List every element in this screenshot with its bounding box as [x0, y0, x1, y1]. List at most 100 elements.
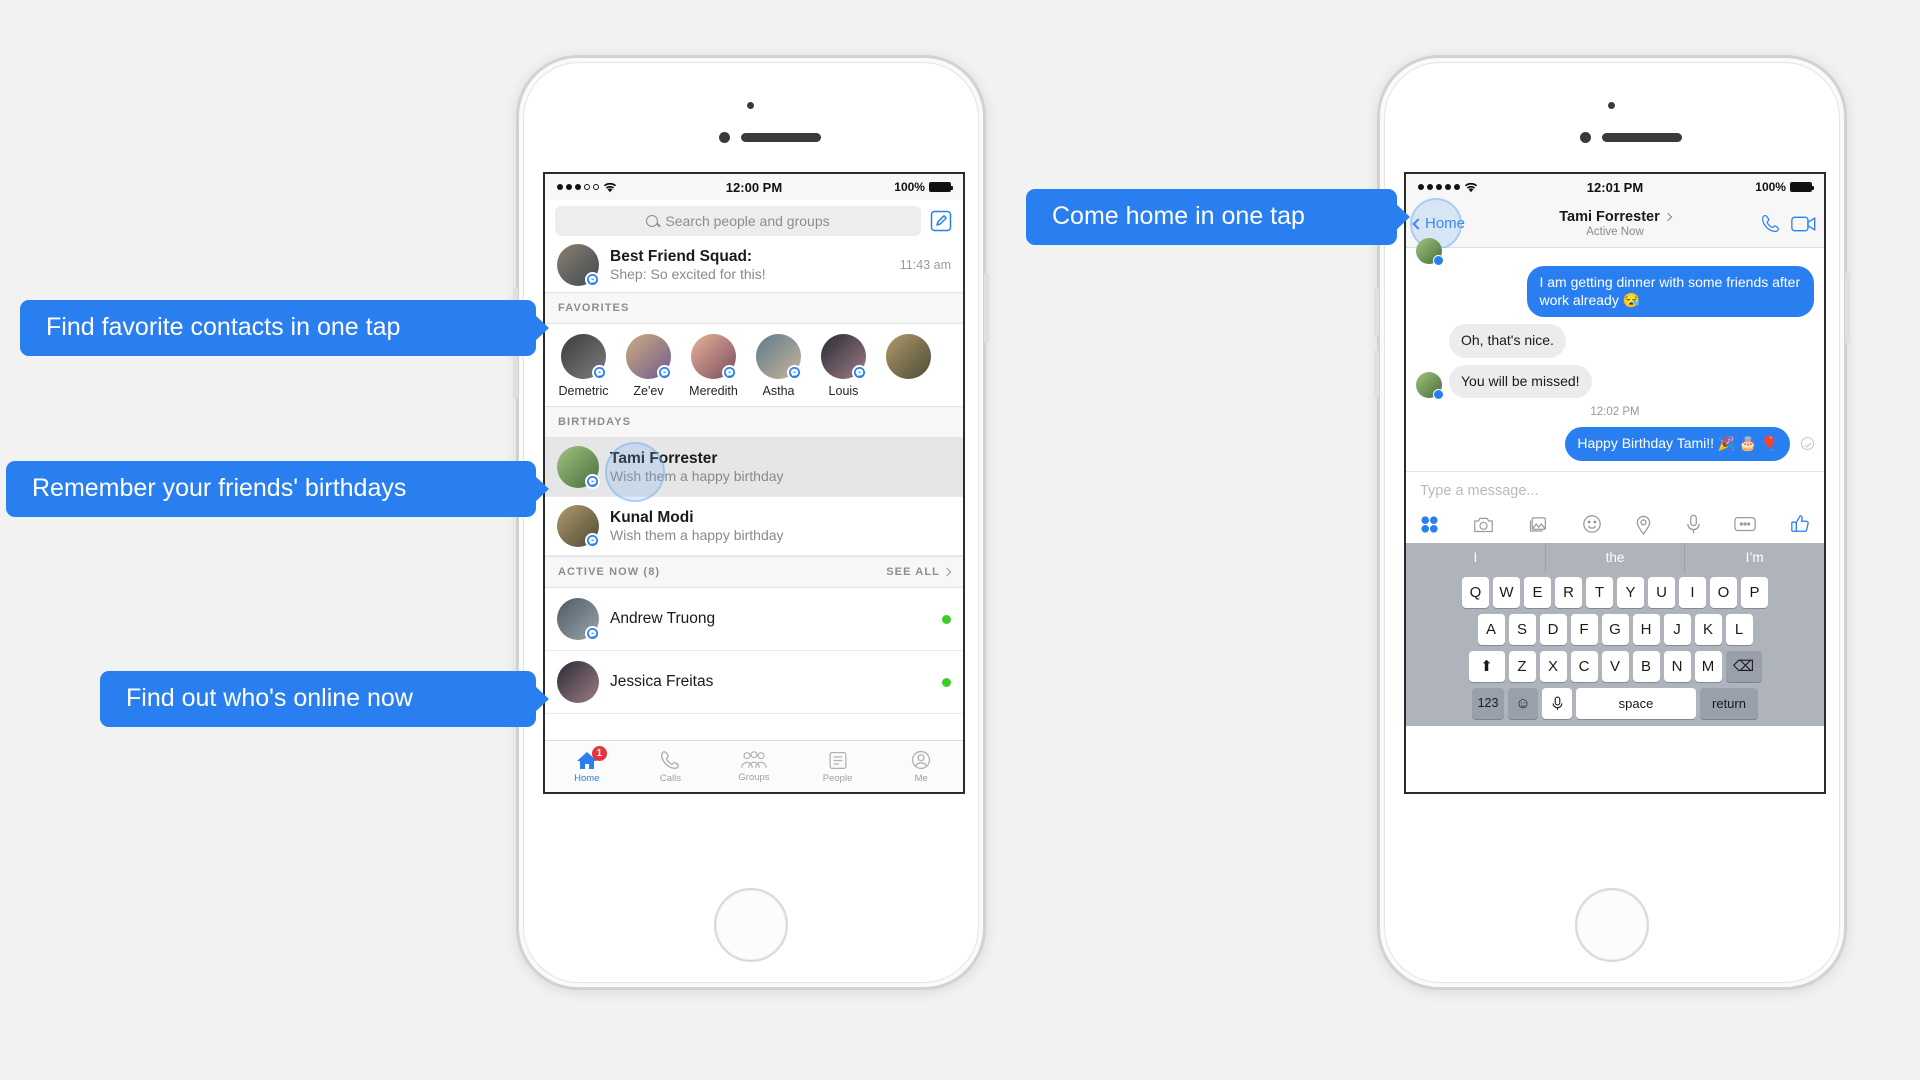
key-u[interactable]: U	[1648, 576, 1675, 608]
key-s[interactable]: S	[1508, 613, 1536, 645]
conversation-title-row: Tami Forrester	[1494, 209, 1736, 225]
conversation-title: Best Friend Squad:	[610, 248, 753, 265]
key-q[interactable]: Q	[1462, 576, 1489, 608]
search-input[interactable]: Search people and groups	[555, 206, 921, 236]
space-key[interactable]: space	[1576, 687, 1696, 719]
battery-indicator: 100%	[821, 180, 953, 194]
thumbs-up-icon[interactable]	[1790, 514, 1810, 534]
key-n[interactable]: N	[1663, 650, 1691, 682]
key-h[interactable]: H	[1632, 613, 1660, 645]
tab-label-people: People	[822, 772, 853, 784]
phone-icon[interactable]	[1760, 213, 1781, 234]
key-m[interactable]: M	[1694, 650, 1722, 682]
tab-me[interactable]: Me	[879, 741, 963, 792]
favorites-section-header: FAVORITES	[545, 292, 963, 324]
keyboard-row-1: Q W E R T Y U I O P	[1408, 576, 1822, 608]
conversation-title-area[interactable]: Tami Forrester Active Now	[1494, 209, 1736, 238]
key-b[interactable]: B	[1632, 650, 1660, 682]
camera-icon[interactable]	[1473, 515, 1494, 534]
location-pin-icon[interactable]	[1635, 514, 1652, 535]
callout-online: Find out who's online now	[100, 671, 536, 727]
key-d[interactable]: D	[1539, 613, 1567, 645]
photos-icon[interactable]	[1527, 514, 1548, 534]
tab-home[interactable]: 1 Home	[545, 741, 629, 792]
birthday-row-tami-forrester[interactable]: Tami Forrester Wish them a happy birthda…	[545, 438, 963, 502]
earpiece-speaker	[1602, 133, 1682, 142]
shift-key[interactable]: ⬆	[1468, 650, 1505, 682]
favorite-name: Meredith	[689, 384, 738, 398]
prediction-1[interactable]: I	[1406, 543, 1545, 573]
key-i[interactable]: I	[1679, 576, 1706, 608]
birthday-row-kunal-modi[interactable]: Kunal Modi Wish them a happy birthday	[545, 497, 963, 556]
key-v[interactable]: V	[1601, 650, 1629, 682]
key-f[interactable]: F	[1570, 613, 1598, 645]
favorite-item[interactable]: Astha	[746, 334, 811, 398]
message-row-partial	[1416, 238, 1814, 266]
message-bubble-incoming[interactable]: Oh, that's nice.	[1449, 324, 1566, 358]
back-to-home-button[interactable]: Home	[1412, 215, 1494, 232]
tab-groups[interactable]: Groups	[712, 741, 796, 792]
key-p[interactable]: P	[1741, 576, 1768, 608]
favorite-item[interactable]: Demetric	[551, 334, 616, 398]
see-all-button[interactable]: SEE ALL	[886, 566, 952, 578]
volume-down-button[interactable]	[513, 350, 518, 398]
key-l[interactable]: L	[1725, 613, 1753, 645]
return-key[interactable]: return	[1700, 687, 1758, 719]
favorite-item[interactable]: Louis	[811, 334, 876, 398]
microphone-icon[interactable]	[1686, 514, 1701, 535]
avatar	[557, 505, 600, 548]
active-row-jessica-freitas[interactable]: Jessica Freitas	[545, 651, 963, 714]
backspace-key[interactable]: ⌫	[1725, 650, 1762, 682]
key-t[interactable]: T	[1586, 576, 1613, 608]
apps-grid-icon[interactable]	[1420, 515, 1439, 534]
prediction-2[interactable]: the	[1544, 542, 1685, 573]
favorite-item-partial[interactable]	[876, 334, 941, 398]
prediction-3[interactable]: I’m	[1684, 542, 1824, 573]
callout-birthdays: Remember your friends' birthdays	[6, 461, 536, 517]
more-dots-icon[interactable]	[1734, 516, 1757, 533]
tab-label-calls: Calls	[659, 773, 681, 784]
home-button[interactable]	[1575, 888, 1649, 962]
message-bubble-outgoing[interactable]: Happy Birthday Tami!! 🎉 🎂 🎈	[1565, 427, 1790, 461]
key-j[interactable]: J	[1663, 613, 1691, 645]
slide-canvas: 12:00 PM 100% Search people and groups B…	[0, 0, 1920, 1080]
volume-up-button[interactable]	[1374, 288, 1379, 336]
volume-down-button[interactable]	[1374, 350, 1379, 398]
favorite-item[interactable]: Meredith	[681, 334, 746, 398]
message-bubble-outgoing[interactable]: I am getting dinner with some friends af…	[1527, 266, 1814, 317]
numbers-key[interactable]: 123	[1472, 687, 1504, 719]
key-r[interactable]: R	[1555, 576, 1582, 608]
key-y[interactable]: Y	[1617, 576, 1644, 608]
favorites-strip[interactable]: Demetric Ze'ev Meredith Astha Louis	[545, 324, 963, 406]
power-button[interactable]	[1845, 273, 1850, 343]
birthday-text: Kunal Modi Wish them a happy birthday	[610, 509, 784, 543]
key-a[interactable]: A	[1477, 613, 1505, 645]
key-o[interactable]: O	[1710, 576, 1737, 608]
key-e[interactable]: E	[1524, 576, 1551, 608]
favorite-item[interactable]: Ze'ev	[616, 334, 681, 398]
key-c[interactable]: C	[1570, 650, 1598, 682]
key-k[interactable]: K	[1694, 613, 1722, 645]
search-icon	[646, 215, 659, 227]
tab-calls[interactable]: Calls	[629, 741, 713, 792]
compose-icon[interactable]	[929, 209, 953, 233]
key-x[interactable]: X	[1539, 650, 1567, 682]
messenger-badge-icon	[592, 365, 607, 380]
keyboard-row-2: A S D F G H J K L	[1408, 613, 1822, 645]
video-camera-icon[interactable]	[1791, 215, 1816, 233]
online-status-dot	[942, 614, 951, 624]
tab-people[interactable]: People	[796, 741, 880, 792]
active-row-andrew-truong[interactable]: Andrew Truong	[545, 588, 963, 651]
key-z[interactable]: Z	[1508, 650, 1536, 682]
message-composer[interactable]: Type a message...	[1406, 470, 1824, 505]
home-button[interactable]	[714, 888, 788, 962]
conversation-row[interactable]: Best Friend Squad: Shep: So excited for …	[545, 238, 963, 292]
key-g[interactable]: G	[1601, 613, 1629, 645]
avatar	[1416, 238, 1444, 266]
emoji-icon[interactable]	[1582, 514, 1602, 534]
power-button[interactable]	[984, 273, 989, 343]
dictation-key[interactable]	[1542, 687, 1572, 719]
key-w[interactable]: W	[1493, 576, 1520, 608]
emoji-key[interactable]: ☺	[1508, 687, 1538, 719]
message-bubble-incoming[interactable]: You will be missed!	[1449, 364, 1592, 398]
